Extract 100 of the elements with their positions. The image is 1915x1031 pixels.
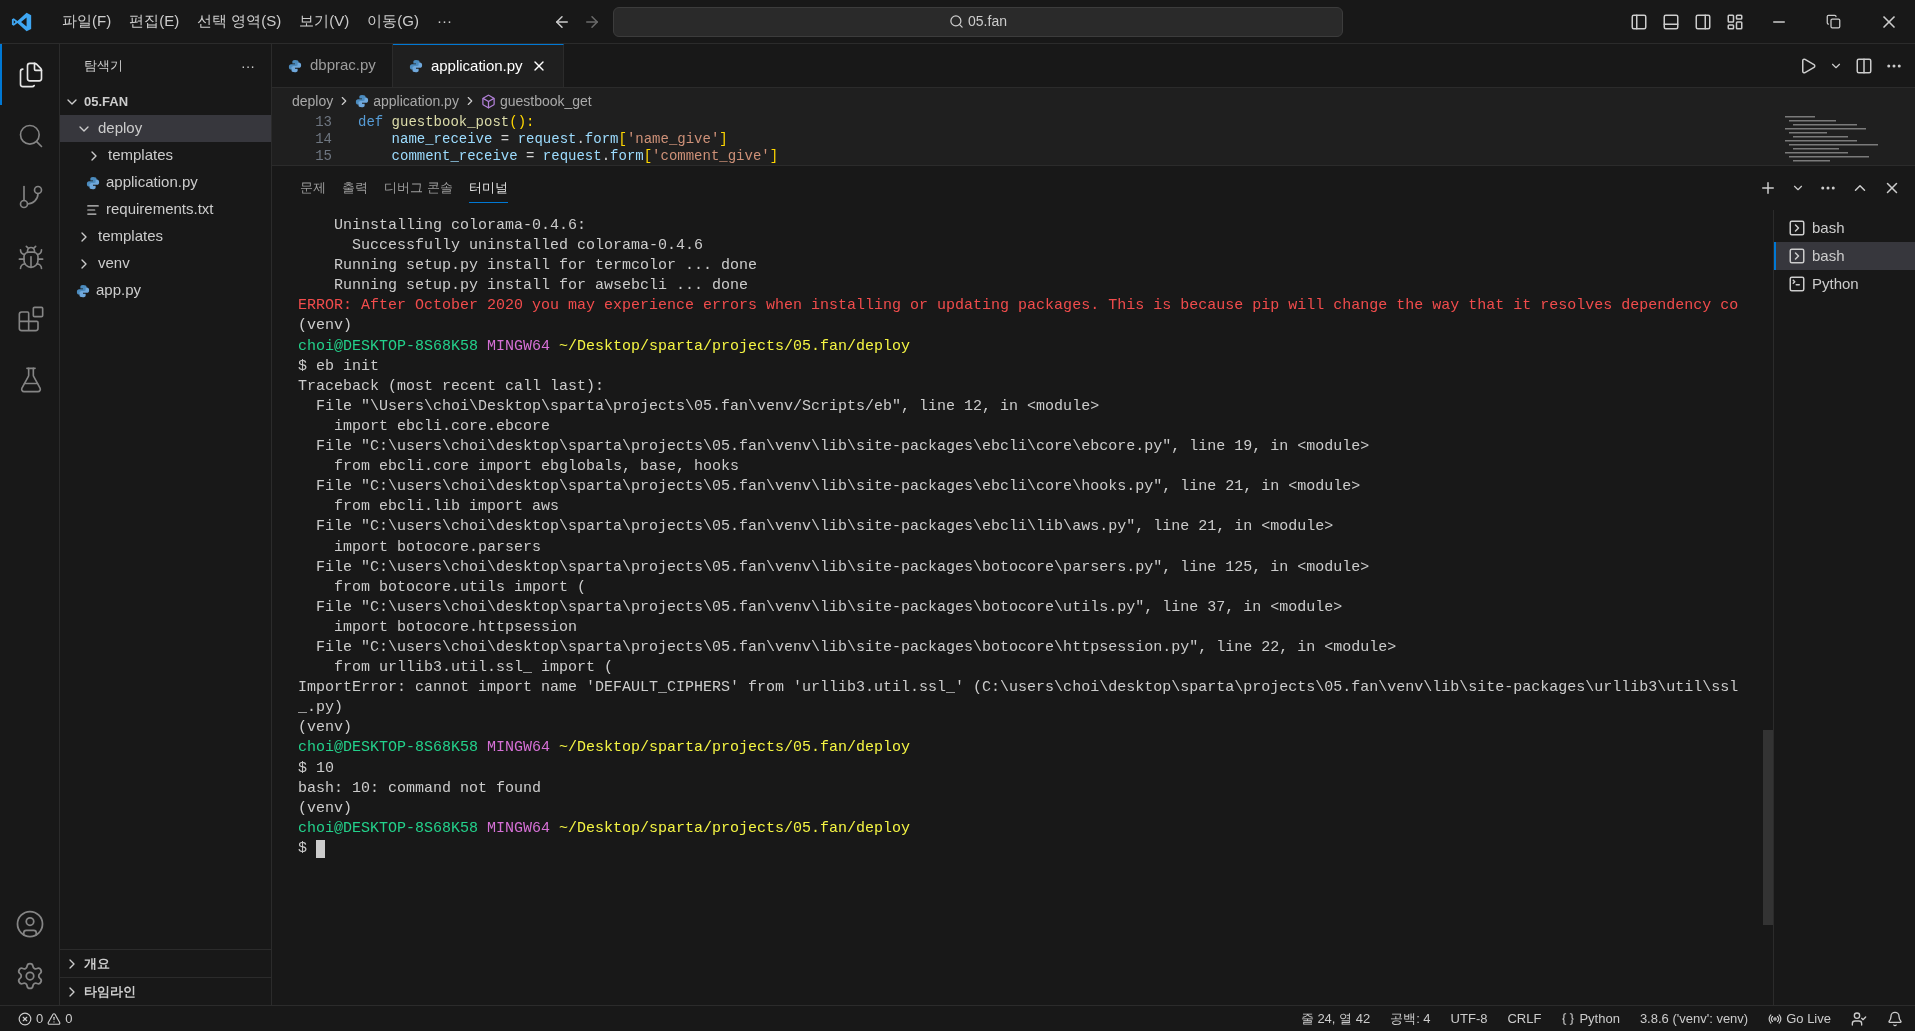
panel-tab[interactable]: 문제: [300, 172, 326, 204]
terminal-line: File "C:\users\choi\desktop\sparta\projects\05.fan\venv\lib\site-packages\ebcli\core\hooks.py", line 21, in <module>: [315, 477, 1361, 498]
layout-icon[interactable]: [1726, 12, 1744, 31]
python-file-icon: [86, 175, 100, 190]
panel-tab[interactable]: 디버그 콘솔: [384, 172, 453, 204]
terminal-line: import botocore.parsers: [333, 537, 542, 558]
editor-tab[interactable]: dbprac.py: [272, 44, 393, 87]
python-file-icon: [355, 94, 370, 108]
terminal-line: Running setup.py install for termcolor ... done: [333, 256, 758, 277]
terminal-line: File "C:\users\choi\desktop\sparta\projects\05.fan\venv\lib\site-packages\botocore\httpsession.py", line 22, in <module>: [315, 637, 1397, 658]
tree-item[interactable]: templates: [60, 142, 271, 169]
run-icon[interactable]: [1799, 56, 1817, 75]
terminal-line: choi@DESKTOP-8S68K58 MINGW64 ~/Desktop/sparta/projects/05.fan/deploy: [298, 336, 911, 357]
status-item[interactable]: UTF-8: [1450, 1008, 1488, 1029]
tree-item[interactable]: application.py: [60, 169, 271, 196]
python-file-icon: [288, 58, 302, 73]
menu-item[interactable]: 보기(V): [290, 10, 359, 33]
terminal-list-item[interactable]: bash: [1774, 214, 1915, 242]
terminal-line: (venv): [298, 718, 352, 739]
status-item[interactable]: 공백: 4: [1390, 1008, 1431, 1029]
terminal-line: $ 10: [298, 758, 334, 779]
notifications-icon[interactable]: [1887, 1010, 1903, 1027]
problems-status[interactable]: 0 0: [0, 1008, 73, 1029]
terminal-line: from ebcli.lib import aws: [333, 497, 560, 518]
terminal-icon: [1788, 275, 1806, 293]
folder-header[interactable]: 05.FAN: [60, 88, 271, 115]
tree-item-label: application.py: [106, 172, 198, 193]
sidebar-title: 탐색기: [84, 57, 123, 76]
terminal-line: $: [298, 838, 308, 859]
terminal-line: from botocore.utils import (: [333, 577, 587, 598]
error-icon: [18, 1011, 32, 1026]
editor-tab[interactable]: application.py: [392, 44, 564, 87]
extensions-icon: [16, 304, 45, 333]
panel-tab[interactable]: 출력: [342, 172, 368, 204]
terminal-line: ERROR: After October 2020 you may experience errors when installing or updating packages. This is because pip will change the way that it resolves dependency co: [298, 296, 1739, 317]
menu-item[interactable]: 파일(F): [53, 10, 121, 33]
status-item[interactable]: 줄 24, 열 42: [1300, 1008, 1371, 1029]
method-icon: [480, 93, 496, 109]
terminal-line: import botocore.httpsession: [333, 617, 578, 638]
app-logo-icon: [11, 10, 33, 33]
python-file-icon: [76, 283, 90, 298]
menu-item[interactable]: 이동(G): [358, 10, 428, 33]
scrollbar-thumb[interactable]: [1763, 730, 1773, 925]
warning-icon: [47, 1011, 62, 1026]
code-line: name_receive = request.form['name_give']: [390, 131, 728, 148]
account-icon[interactable]: [14, 909, 45, 939]
menu-item[interactable]: 편집(E): [120, 10, 189, 33]
breadcrumb-item[interactable]: guestbook_get: [499, 90, 592, 112]
broadcast-icon: [1768, 1011, 1783, 1026]
more-actions-button[interactable]: ···: [241, 55, 255, 77]
terminal-line: _.py): [298, 698, 343, 719]
new-terminal-icon[interactable]: [1759, 179, 1777, 197]
terminal-line: $ eb init: [298, 356, 379, 377]
tree-item-label: deploy: [98, 118, 143, 139]
toggle-panel-icon[interactable]: [1662, 12, 1680, 31]
status-item[interactable]: Go Live: [1768, 1008, 1831, 1029]
terminal-line: Running setup.py install for awsebcli ... done: [333, 276, 749, 297]
terminal-line: (venv): [298, 316, 352, 337]
account-status-icon[interactable]: [1851, 1010, 1867, 1027]
breadcrumb-item[interactable]: application.py: [373, 90, 459, 112]
tree-item[interactable]: requirements.txt: [60, 196, 271, 223]
status-item[interactable]: Python: [1561, 1008, 1620, 1029]
terminal-line: File "\Users\choi\Desktop\sparta\projects\05.fan\venv/Scripts/eb", line 12, in <module>: [315, 396, 1100, 417]
collapsed-section-header[interactable]: 개요: [60, 949, 271, 977]
menu-item[interactable]: ···: [428, 10, 461, 33]
terminal-line: from urllib3.util.ssl_ import (: [333, 658, 614, 679]
terminal-line: bash: 10: command not found: [298, 778, 542, 799]
status-item[interactable]: CRLF: [1507, 1008, 1542, 1029]
restore-icon[interactable]: [1826, 14, 1841, 29]
terminal-line: import ebcli.core.ebcore: [333, 416, 551, 437]
terminal-icon: [1788, 219, 1806, 237]
braces-icon: [1561, 1011, 1576, 1026]
tree-item-label: templates: [98, 226, 164, 247]
terminal-line: File "C:\users\choi\desktop\sparta\projects\05.fan\venv\lib\site-packages\botocore\parsers.py", line 125, in <module>: [315, 557, 1370, 578]
tree-item-label: requirements.txt: [106, 199, 214, 220]
status-item[interactable]: 3.8.6 ('venv': venv): [1639, 1008, 1749, 1029]
toggle-sidebar-icon[interactable]: [1630, 12, 1648, 31]
tree-item[interactable]: venv: [60, 250, 271, 277]
terminal-line: File "C:\users\choi\desktop\sparta\projects\05.fan\venv\lib\site-packages\ebcli\core\ebcore.py", line 19, in <module>: [315, 437, 1370, 458]
split-editor-icon[interactable]: [1855, 56, 1873, 75]
terminal-icon: [1788, 247, 1806, 265]
terminal-list-item[interactable]: bash: [1774, 242, 1915, 270]
tree-item[interactable]: templates: [60, 223, 271, 250]
menu-item[interactable]: 선택 영역(S): [188, 10, 291, 33]
panel-tab[interactable]: 터미널: [468, 172, 508, 204]
code-line: def guestbook_post():: [357, 114, 535, 131]
tree-item[interactable]: deploy: [60, 115, 271, 142]
terminal-list-item[interactable]: Python: [1774, 270, 1915, 298]
command-search-field[interactable]: 05.fan: [613, 6, 1343, 37]
toggle-secondary-sidebar-icon[interactable]: [1694, 12, 1712, 31]
line-number: 15: [314, 148, 332, 165]
tree-item[interactable]: app.py: [60, 277, 271, 304]
search-icon: [949, 14, 965, 29]
text-file-icon: [86, 202, 100, 217]
terminal-line: File "C:\users\choi\desktop\sparta\projects\05.fan\venv\lib\site-packages\ebcli\lib\aws.py", line 21, in <module>: [315, 517, 1334, 538]
terminal-line: (venv): [298, 798, 352, 819]
terminal-line: from ebcli.core import ebglobals, base, hooks: [333, 457, 740, 478]
breadcrumb-item[interactable]: deploy: [292, 90, 334, 112]
line-number: 13: [314, 114, 332, 131]
tree-item-label: venv: [98, 253, 130, 274]
